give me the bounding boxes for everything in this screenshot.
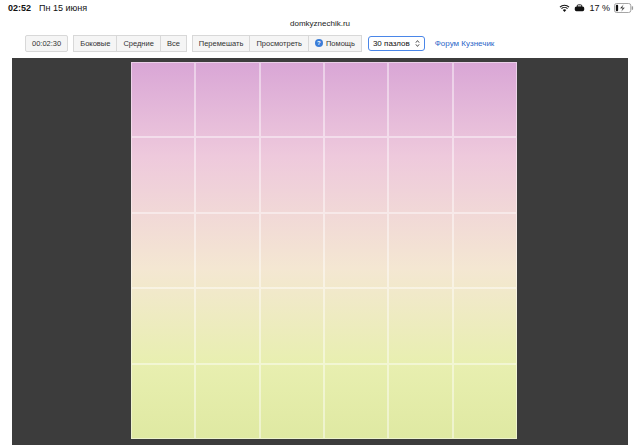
puzzle-piece[interactable] (260, 213, 324, 288)
puzzle-piece[interactable] (453, 62, 517, 137)
puzzle-piece[interactable] (195, 288, 259, 363)
action-button[interactable]: Просмотреть (249, 35, 309, 52)
puzzle-piece[interactable] (324, 288, 388, 363)
puzzle-piece[interactable] (131, 62, 195, 137)
puzzle-piece[interactable] (453, 364, 517, 439)
puzzle-piece[interactable] (388, 364, 452, 439)
puzzle-piece[interactable] (131, 213, 195, 288)
puzzle-piece[interactable] (260, 137, 324, 212)
address-bar[interactable]: domkyznechik.ru (0, 16, 640, 30)
puzzle-piece[interactable] (324, 62, 388, 137)
status-date: Пн 15 июня (39, 3, 87, 13)
puzzle-piece[interactable] (260, 364, 324, 439)
puzzle-piece[interactable] (324, 213, 388, 288)
puzzle-piece[interactable] (195, 364, 259, 439)
puzzle-piece[interactable] (131, 288, 195, 363)
filter-button[interactable]: Все (160, 35, 187, 52)
pieces-select[interactable]: 30 пазлов (368, 36, 425, 51)
action-group: ПеремешатьПросмотреть ? Помощь (193, 35, 362, 52)
select-arrows-icon (415, 39, 420, 48)
status-bar: 02:52 Пн 15 июня 17 % (0, 0, 640, 16)
puzzle-piece[interactable] (131, 364, 195, 439)
help-icon: ? (315, 39, 323, 47)
puzzle-piece[interactable] (388, 213, 452, 288)
puzzle-piece[interactable] (388, 288, 452, 363)
puzzle-toolbar: 00:02:30 БоковыеСредниеВсе ПеремешатьПро… (0, 30, 640, 56)
battery-percent: 17 % (589, 3, 610, 13)
puzzle-piece[interactable] (260, 288, 324, 363)
url-text[interactable]: domkyznechik.ru (290, 19, 350, 28)
puzzle-piece[interactable] (195, 137, 259, 212)
puzzle-piece[interactable] (388, 62, 452, 137)
puzzle-piece[interactable] (195, 213, 259, 288)
puzzle-piece[interactable] (131, 137, 195, 212)
puzzle-piece[interactable] (453, 288, 517, 363)
puzzle-picture (131, 62, 517, 439)
puzzle-piece[interactable] (388, 137, 452, 212)
orientation-lock-icon (574, 4, 585, 12)
puzzle-piece[interactable] (195, 62, 259, 137)
puzzle-piece[interactable] (260, 62, 324, 137)
filter-button[interactable]: Боковые (73, 35, 117, 52)
action-button[interactable]: Перемешать (192, 35, 251, 52)
filter-group: БоковыеСредниеВсе (74, 35, 187, 52)
puzzle-piece[interactable] (324, 137, 388, 212)
status-time: 02:52 (8, 3, 31, 13)
puzzle-piece[interactable] (453, 137, 517, 212)
help-button[interactable]: ? Помощь (308, 35, 362, 52)
battery-icon (614, 3, 634, 13)
puzzle-board (12, 58, 628, 445)
wifi-icon (559, 4, 570, 13)
forum-link[interactable]: Форум Кузнечик (435, 39, 495, 48)
filter-button[interactable]: Средние (116, 35, 160, 52)
puzzle-piece[interactable] (324, 364, 388, 439)
puzzle-piece[interactable] (453, 213, 517, 288)
timer: 00:02:30 (25, 35, 68, 52)
screen: 02:52 Пн 15 июня 17 % domkyznechik.ru 00… (0, 0, 640, 445)
